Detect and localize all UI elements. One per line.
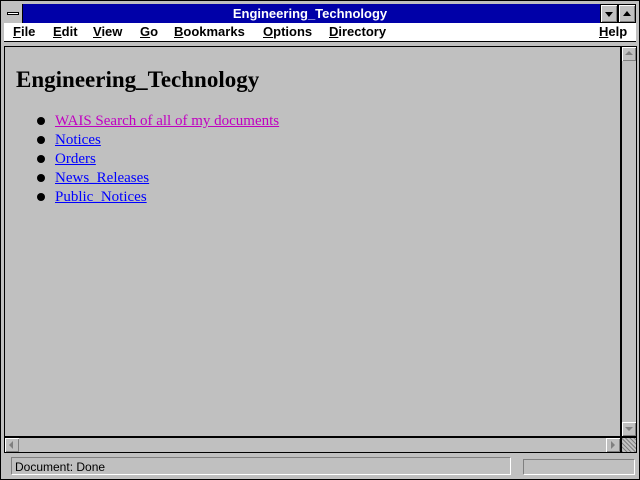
link-news-releases[interactable]: News_Releases bbox=[55, 170, 149, 186]
arrow-right-icon bbox=[611, 441, 615, 449]
list-item: Notices bbox=[36, 131, 279, 150]
minimize-icon bbox=[605, 12, 613, 17]
bullet-icon bbox=[37, 174, 45, 182]
horizontal-scrollbar[interactable] bbox=[4, 437, 621, 453]
arrow-down-icon bbox=[625, 427, 633, 431]
list-item: Orders bbox=[36, 150, 279, 169]
bullet-icon bbox=[37, 155, 45, 163]
scroll-right-button[interactable] bbox=[606, 438, 620, 452]
window-title: Engineering_Technology bbox=[232, 6, 388, 21]
link-public-notices[interactable]: Public_Notices bbox=[55, 189, 147, 205]
resize-corner[interactable] bbox=[621, 437, 637, 453]
bullet-icon bbox=[37, 136, 45, 144]
bullet-icon bbox=[37, 117, 45, 125]
page-heading: Engineering_Technology bbox=[16, 67, 260, 92]
scroll-down-button[interactable] bbox=[622, 422, 636, 436]
menu-directory[interactable]: Directory bbox=[329, 23, 386, 41]
browser-window: Engineering_Technology File Edit View Go… bbox=[0, 0, 640, 480]
link-orders[interactable]: Orders bbox=[55, 151, 96, 167]
scroll-left-button[interactable] bbox=[5, 438, 19, 452]
minimize-button[interactable] bbox=[600, 4, 618, 23]
status-bar: Document: Done bbox=[4, 454, 636, 478]
vertical-scrollbar[interactable] bbox=[621, 46, 637, 437]
link-wais-search[interactable]: WAIS Search of all of my documents bbox=[55, 113, 279, 129]
menu-help[interactable]: Help bbox=[599, 23, 627, 41]
arrow-left-icon bbox=[9, 441, 13, 449]
list-item: News_Releases bbox=[36, 169, 279, 188]
list-item: WAIS Search of all of my documents bbox=[36, 112, 279, 131]
system-menu-icon[interactable] bbox=[4, 4, 23, 23]
menu-go[interactable]: Go bbox=[140, 23, 158, 41]
menu-view[interactable]: View bbox=[93, 23, 122, 41]
menu-bookmarks[interactable]: Bookmarks bbox=[174, 23, 245, 41]
menu-edit[interactable]: Edit bbox=[53, 23, 78, 41]
menu-bar: File Edit View Go Bookmarks Options Dire… bbox=[4, 23, 636, 42]
maximize-icon bbox=[623, 11, 631, 16]
title-bar[interactable]: Engineering_Technology bbox=[4, 4, 636, 23]
menu-file[interactable]: File bbox=[13, 23, 35, 41]
link-list: WAIS Search of all of my documents Notic… bbox=[36, 112, 279, 207]
scroll-up-button[interactable] bbox=[622, 47, 636, 61]
progress-indicator bbox=[523, 459, 635, 475]
status-text: Document: Done bbox=[11, 457, 511, 475]
maximize-button[interactable] bbox=[618, 4, 636, 23]
bullet-icon bbox=[37, 193, 45, 201]
link-notices[interactable]: Notices bbox=[55, 132, 101, 148]
document-view: Engineering_Technology WAIS Search of al… bbox=[4, 46, 621, 437]
arrow-up-icon bbox=[625, 51, 633, 55]
menu-options[interactable]: Options bbox=[263, 23, 312, 41]
list-item: Public_Notices bbox=[36, 188, 279, 207]
